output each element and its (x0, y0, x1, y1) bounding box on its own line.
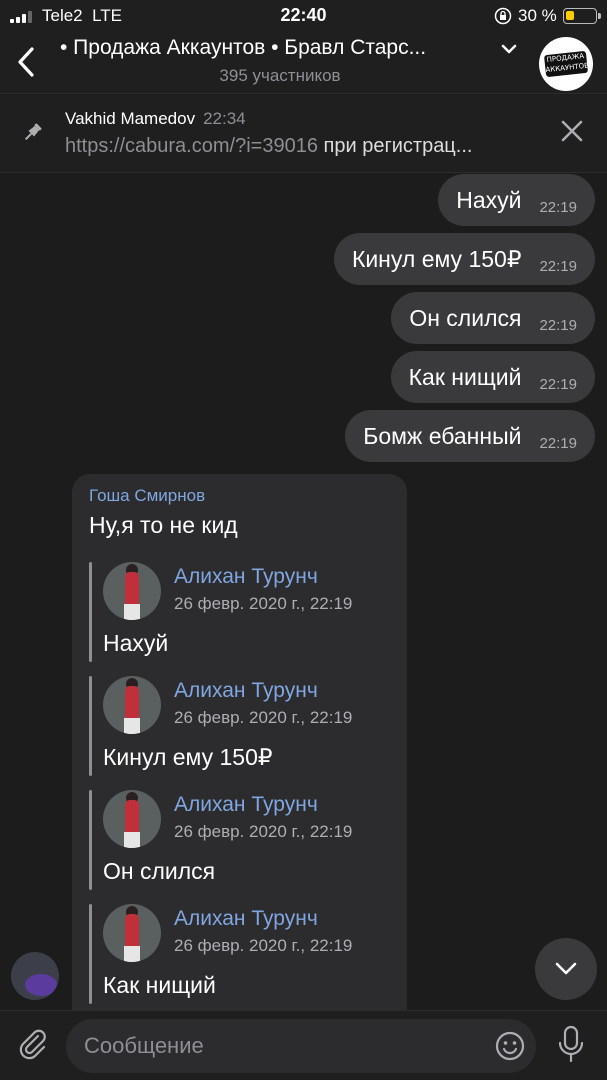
sender-avatar[interactable] (11, 952, 59, 1000)
quote-author: Алихан Турунч (174, 565, 318, 588)
message-input-placeholder: Сообщение (84, 1033, 204, 1058)
quote-text: Он слился (103, 858, 216, 884)
participants-count: 395 участников (219, 66, 341, 85)
incoming-message[interactable]: Гоша Смирнов Ну,я то не кид Алихан Турун… (72, 474, 407, 1010)
avatar (103, 790, 161, 848)
avatar (103, 676, 161, 734)
close-icon[interactable] (558, 117, 586, 145)
avatar (103, 562, 161, 620)
channel-avatar[interactable]: ПРОДАЖА АККАУНТОВ (539, 37, 593, 91)
quote-author: Алихан Турунч (174, 793, 318, 816)
quote-date: 26 февр. 2020 г., 22:19 (174, 822, 353, 841)
battery-percent: 30 % (518, 6, 557, 25)
outgoing-message[interactable]: Кинул ему 150₽ 22:19 (333, 233, 595, 285)
clock: 22:40 (280, 5, 327, 25)
chevron-down-icon[interactable] (500, 42, 518, 56)
battery-icon (563, 8, 601, 24)
outgoing-message[interactable]: Он слился 22:19 (391, 292, 595, 344)
forwarded-quote[interactable]: Алихан Турунч 26 февр. 2020 г., 22:19 На… (89, 562, 389, 662)
pinned-text: https://cabura.com/?i=39016 при регистра… (65, 135, 473, 157)
battery-fill (566, 11, 574, 20)
quote-date: 26 февр. 2020 г., 22:19 (174, 708, 353, 727)
chevron-down-icon (555, 962, 577, 975)
rotation-lock-icon (494, 7, 512, 25)
chat-header: • Продажа Аккаунтов • Бравл Старс... 395… (0, 34, 607, 94)
chat-title[interactable]: • Продажа Аккаунтов • Бравл Старс... (60, 36, 500, 60)
avatar (103, 904, 161, 962)
paperclip-icon[interactable] (16, 1027, 50, 1061)
quote-author: Алихан Турунч (174, 679, 318, 702)
quote-text: Кинул ему 150₽ (103, 744, 273, 770)
message-text: Ну,я то не кид (89, 512, 238, 538)
pinned-link[interactable]: https://cabura.com/?i=39016 (65, 135, 318, 157)
emoji-icon[interactable] (494, 1030, 526, 1062)
pin-icon (24, 123, 42, 141)
pinned-author: Vakhid Mamedov 22:34 (65, 109, 246, 128)
pinned-time: 22:34 (203, 109, 246, 128)
quote-date: 26 февр. 2020 г., 22:19 (174, 594, 353, 613)
forwarded-quote[interactable]: Алихан Турунч 26 февр. 2020 г., 22:19 Он… (89, 790, 389, 890)
quote-text: Нахуй (103, 630, 169, 656)
channel-avatar-text: ПРОДАЖА АККАУНТОВ (545, 52, 590, 75)
forwarded-quote[interactable]: Алихан Турунч 26 февр. 2020 г., 22:19 Ка… (89, 904, 389, 1004)
sender-name[interactable]: Гоша Смирнов (89, 486, 205, 506)
chevron-left-icon[interactable] (14, 44, 40, 80)
outgoing-message[interactable]: Как нищий 22:19 (390, 351, 595, 403)
message-input[interactable]: Сообщение (66, 1019, 536, 1073)
message-list[interactable]: Нахуй 22:19 Кинул ему 150₽ 22:19 Он слился… (0, 174, 607, 1010)
quote-date: 26 февр. 2020 г., 22:19 (174, 936, 353, 955)
compose-bar: Сообщение (0, 1010, 607, 1080)
forwarded-quote[interactable]: Алихан Турунч 26 февр. 2020 г., 22:19 Ки… (89, 676, 389, 776)
scroll-down-button[interactable] (535, 938, 597, 1000)
outgoing-message[interactable]: Нахуй 22:19 (438, 174, 595, 226)
quote-author: Алихан Турунч (174, 907, 318, 930)
quote-text: Как нищий (103, 972, 216, 998)
outgoing-message[interactable]: Бомж ебанный 22:19 (345, 410, 595, 462)
status-bar: Tele2 LTE 22:40 30 % (0, 0, 607, 34)
pinned-message[interactable]: Vakhid Mamedov 22:34 https://cabura.com/?… (0, 95, 607, 173)
microphone-icon[interactable] (556, 1025, 586, 1063)
